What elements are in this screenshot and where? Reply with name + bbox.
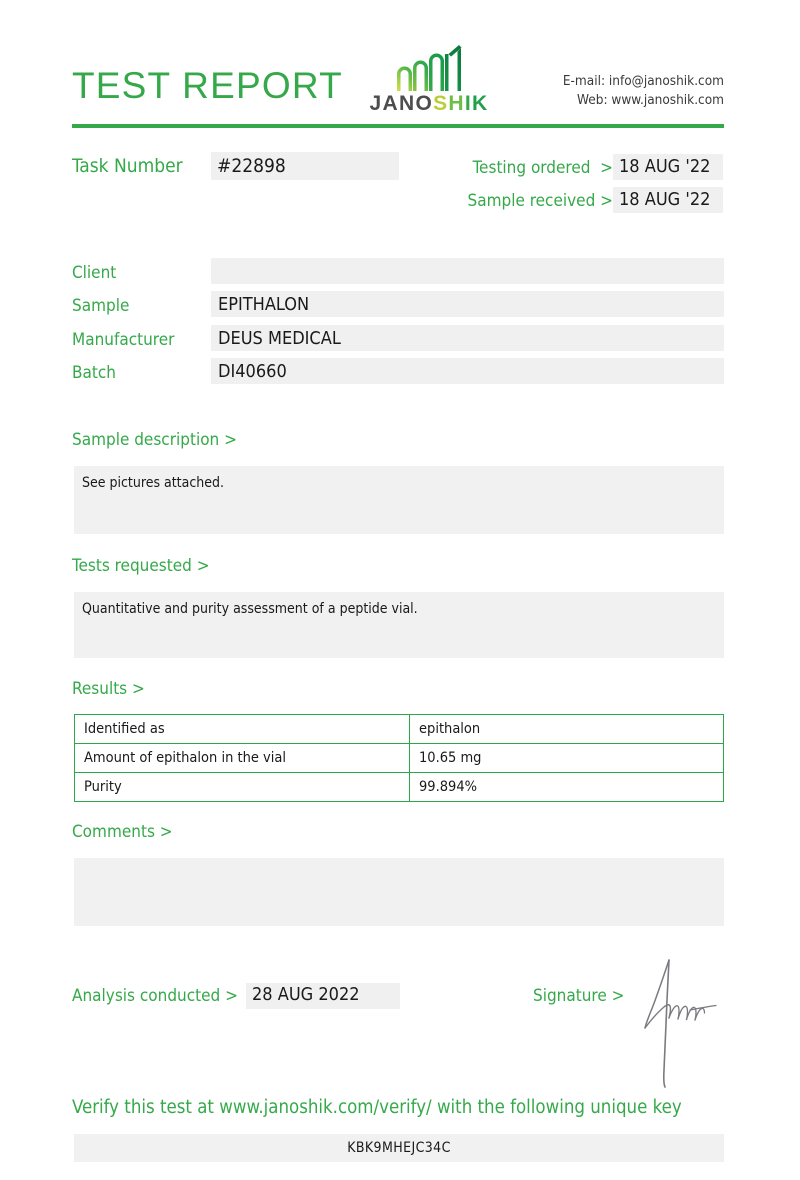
page-title: TEST REPORT — [72, 65, 343, 106]
contact-info: E-mail: info@janoshik.com Web: www.janos… — [563, 72, 724, 110]
tests-requested-box: Quantitative and purity assessment of a … — [74, 592, 724, 658]
unique-key-value: KBK9MHEJC34C — [347, 1140, 451, 1156]
contact-email: E-mail: info@janoshik.com — [562, 73, 724, 89]
sample-received-value: 18 AUG '22 — [619, 189, 711, 210]
verify-instructions: Verify this test at www.janoshik.com/ver… — [72, 1097, 682, 1118]
result-parameter: Identified as — [74, 714, 410, 744]
report-header: TEST REPORT JANOSHIK E-mail: info@janosh… — [72, 45, 724, 115]
brand-wordmark: JANOSHIK — [369, 92, 489, 115]
sample-label: Sample — [72, 296, 130, 316]
result-value: epithalon — [409, 714, 724, 744]
analysis-date-value: 28 AUG 2022 — [252, 984, 360, 1005]
manufacturer-label: Manufacturer — [72, 330, 175, 350]
header-divider — [72, 124, 724, 128]
testing-ordered-label: Testing ordered > — [472, 158, 613, 178]
signature-label: Signature > — [533, 986, 625, 1006]
contact-web: Web: www.janoshik.com — [577, 92, 724, 108]
chevron-right-icon: > — [600, 158, 613, 178]
tests-requested-heading: Tests requested > — [72, 556, 210, 576]
sample-description-text: See pictures attached. — [82, 475, 224, 491]
results-table: Identified as epithalon Amount of epitha… — [74, 714, 724, 802]
result-parameter: Amount of epithalon in the vial — [74, 743, 410, 773]
sample-value: EPITHALON — [218, 294, 310, 315]
results-heading: Results > — [72, 679, 145, 699]
manufacturer-value: DEUS MEDICAL — [218, 328, 341, 349]
task-number-value: #22898 — [217, 155, 286, 177]
sample-description-heading: Sample description > — [72, 430, 237, 450]
result-value: 99.894% — [409, 772, 724, 802]
testing-ordered-value: 18 AUG '22 — [619, 156, 711, 177]
result-value: 10.65 mg — [409, 743, 724, 773]
sample-received-label: Sample received > — [467, 191, 613, 211]
batch-field — [211, 358, 724, 384]
table-row: Purity 99.894% — [74, 772, 724, 802]
tests-requested-text: Quantitative and purity assessment of a … — [82, 601, 418, 617]
brand-logo: JANOSHIK — [344, 45, 514, 115]
table-row: Identified as epithalon — [74, 714, 724, 744]
task-number-label: Task Number — [72, 155, 183, 177]
comments-box — [74, 858, 724, 926]
comments-heading: Comments > — [72, 822, 173, 842]
handwritten-signature-icon — [644, 959, 717, 1088]
batch-value: DI40660 — [218, 361, 287, 382]
result-parameter: Purity — [74, 772, 410, 802]
test-report-page: TEST REPORT JANOSHIK E-mail: info@janosh… — [0, 0, 800, 1180]
client-field — [211, 258, 724, 284]
janoshik-bars-logo-icon — [397, 45, 462, 91]
client-label: Client — [72, 263, 117, 283]
table-row: Amount of epithalon in the vial 10.65 mg — [74, 743, 724, 773]
batch-label: Batch — [72, 363, 116, 383]
analysis-conducted-label: Analysis conducted > — [72, 986, 238, 1006]
sample-description-box: See pictures attached. — [74, 466, 724, 534]
chevron-right-icon-2: > — [600, 191, 613, 211]
